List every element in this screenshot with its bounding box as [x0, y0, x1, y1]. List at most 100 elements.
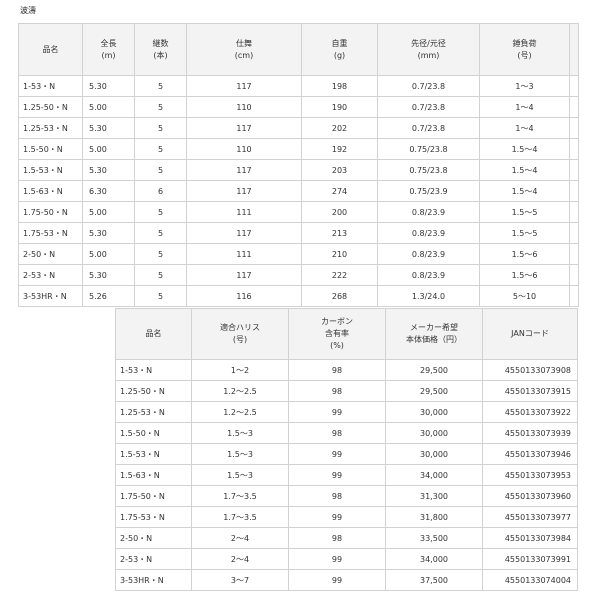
spec-cell-pieces: 6	[134, 180, 187, 202]
spec-cell-pieces: 5	[134, 138, 187, 160]
price-header-name: 品名	[115, 308, 192, 360]
price-header-retail-price-line2: 本体価格（円）	[406, 335, 462, 344]
spec-cell-name: 1.25-50・N	[18, 96, 83, 118]
spec-header-length-line1: 全長	[100, 38, 117, 48]
spec-table-row: 2-53・N 5.30 5 117 222 0.8/23.9 1.5〜6	[18, 264, 579, 286]
spec-header-sinker-load: 錘負荷 (号)	[479, 23, 570, 76]
spec-cell-extra	[569, 159, 579, 181]
price-table-row: 1.5-63・N 1.5〜3 99 34,000 4550133073953	[115, 464, 578, 486]
spec-table-row: 1.25-53・N 5.30 5 117 202 0.7/23.8 1〜4	[18, 117, 579, 139]
page-title: 波濤	[20, 6, 36, 15]
price-cell-name: 2-50・N	[115, 527, 192, 549]
price-header-carbon-content-line3: (%)	[330, 341, 344, 350]
spec-table-row: 1.5-53・N 5.30 5 117 203 0.75/23.8 1.5〜4	[18, 159, 579, 181]
spec-cell-length: 5.30	[82, 222, 135, 244]
spec-cell-name: 2-53・N	[18, 264, 83, 286]
price-table-row: 2-50・N 2〜4 98 33,500 4550133073984	[115, 527, 578, 549]
price-header-carbon-content-line1: カーボン	[321, 317, 353, 326]
spec-header-weight-line1: 自重	[331, 38, 348, 48]
spec-cell-closed-length: 111	[186, 201, 302, 223]
spec-cell-name: 3-53HR・N	[18, 285, 83, 307]
price-cell-retail-price: 31,800	[385, 506, 483, 528]
spec-cell-tip-butt-diameter: 0.7/23.8	[377, 75, 480, 97]
price-cell-retail-price: 29,500	[385, 380, 483, 402]
spec-cell-closed-length: 117	[186, 264, 302, 286]
spec-header-tip-butt-diameter-line1: 先径/元径	[411, 38, 446, 48]
spec-cell-pieces: 5	[134, 264, 187, 286]
spec-cell-name: 1.75-50・N	[18, 201, 83, 223]
spec-cell-length: 5.26	[82, 285, 135, 307]
spec-cell-name: 1-53・N	[18, 75, 83, 97]
spec-table-row: 1.5-50・N 5.00 5 110 192 0.75/23.8 1.5〜4	[18, 138, 579, 160]
spec-cell-weight: 213	[301, 222, 378, 244]
spec-cell-name: 1.5-50・N	[18, 138, 83, 160]
price-header-tippet: 適合ハリス (号)	[191, 308, 289, 360]
spec-header-tip-butt-diameter-line2: (mm)	[417, 50, 440, 60]
spec-cell-closed-length: 117	[186, 117, 302, 139]
spec-cell-length: 5.30	[82, 117, 135, 139]
spec-cell-pieces: 5	[134, 75, 187, 97]
price-cell-tippet: 1.2〜2.5	[191, 380, 289, 402]
price-cell-name: 1.75-50・N	[115, 485, 192, 507]
spec-header-sinker-load-line2: (号)	[517, 50, 532, 60]
spec-cell-closed-length: 110	[186, 138, 302, 160]
spec-cell-length: 5.00	[82, 138, 135, 160]
spec-cell-extra	[569, 222, 579, 244]
spec-cell-name: 2-50・N	[18, 243, 83, 265]
spec-cell-sinker-load: 5〜10	[479, 285, 570, 307]
price-cell-tippet: 3〜7	[191, 569, 289, 591]
price-cell-carbon-content: 99	[288, 569, 386, 591]
spec-table-row: 1.25-50・N 5.00 5 110 190 0.7/23.8 1〜4	[18, 96, 579, 118]
price-cell-carbon-content: 98	[288, 527, 386, 549]
spec-header-pieces-line1: 継数	[152, 38, 169, 48]
price-cell-jan-code: 4550133073939	[482, 422, 578, 444]
spec-cell-weight: 222	[301, 264, 378, 286]
spec-cell-tip-butt-diameter: 0.75/23.8	[377, 159, 480, 181]
price-header-retail-price: メーカー希望 本体価格（円）	[385, 308, 483, 360]
spec-cell-name: 1.5-63・N	[18, 180, 83, 202]
spec-cell-extra	[569, 264, 579, 286]
spec-cell-extra	[569, 285, 579, 307]
price-table-row: 1.75-53・N 1.7〜3.5 99 31,800 4550133073977	[115, 506, 578, 528]
spec-cell-closed-length: 117	[186, 75, 302, 97]
spec-header-name: 品名	[18, 23, 83, 76]
spec-cell-extra	[569, 75, 579, 97]
spec-cell-tip-butt-diameter: 0.8/23.9	[377, 243, 480, 265]
spec-cell-pieces: 5	[134, 96, 187, 118]
spec-table: 品名 全長 (m) 継数 (本) 仕舞 (cm) 自重 (g) 先径/元径 (mm) 錘負荷 (号) 1…	[18, 23, 579, 307]
price-cell-retail-price: 31,300	[385, 485, 483, 507]
spec-cell-extra	[569, 96, 579, 118]
price-cell-jan-code: 4550133073908	[482, 359, 578, 381]
price-header-name-line1: 品名	[145, 329, 162, 338]
price-cell-name: 1.5-63・N	[115, 464, 192, 486]
spec-cell-tip-butt-diameter: 0.8/23.9	[377, 222, 480, 244]
price-cell-tippet: 1.5〜3	[191, 464, 289, 486]
spec-header-row: 品名 全長 (m) 継数 (本) 仕舞 (cm) 自重 (g) 先径/元径 (mm) 錘負荷 (号)	[18, 23, 579, 76]
price-cell-retail-price: 30,000	[385, 422, 483, 444]
spec-cell-length: 5.30	[82, 264, 135, 286]
spec-cell-weight: 200	[301, 201, 378, 223]
spec-header-closed-length: 仕舞 (cm)	[186, 23, 302, 76]
price-cell-name: 3-53HR・N	[115, 569, 192, 591]
price-cell-retail-price: 34,000	[385, 548, 483, 570]
price-table-row: 1.25-53・N 1.2〜2.5 99 30,000 4550133073922	[115, 401, 578, 423]
spec-cell-pieces: 5	[134, 159, 187, 181]
price-cell-name: 1.5-53・N	[115, 443, 192, 465]
spec-header-weight-line2: (g)	[333, 50, 346, 60]
spec-cell-closed-length: 116	[186, 285, 302, 307]
price-cell-jan-code: 4550133073984	[482, 527, 578, 549]
spec-cell-weight: 202	[301, 117, 378, 139]
price-cell-carbon-content: 98	[288, 359, 386, 381]
spec-cell-closed-length: 110	[186, 96, 302, 118]
spec-cell-sinker-load: 1.5〜5	[479, 222, 570, 244]
spec-cell-extra	[569, 138, 579, 160]
price-cell-name: 1.25-50・N	[115, 380, 192, 402]
price-cell-jan-code: 4550133073960	[482, 485, 578, 507]
price-cell-retail-price: 29,500	[385, 359, 483, 381]
spec-cell-length: 5.30	[82, 75, 135, 97]
spec-header-sinker-load-line1: 錘負荷	[512, 38, 537, 48]
spec-cell-weight: 203	[301, 159, 378, 181]
price-cell-jan-code: 4550133073953	[482, 464, 578, 486]
spec-cell-sinker-load: 1〜4	[479, 96, 570, 118]
price-cell-name: 1.5-50・N	[115, 422, 192, 444]
